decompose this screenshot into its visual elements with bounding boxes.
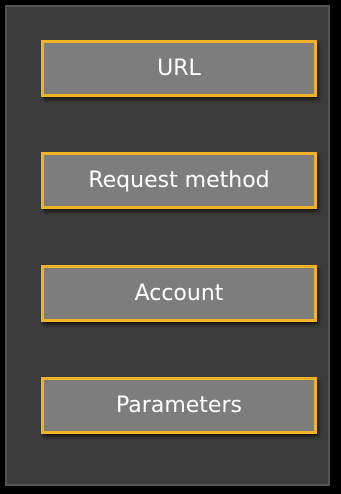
account-block: Account <box>41 265 317 322</box>
url-block: URL <box>41 40 317 97</box>
diagram-panel: URL Request method Account Parameters <box>5 5 330 486</box>
url-label: URL <box>157 55 201 81</box>
parameters-label: Parameters <box>116 392 242 418</box>
request-method-block: Request method <box>41 152 317 209</box>
request-method-label: Request method <box>88 167 270 193</box>
account-label: Account <box>134 280 224 306</box>
parameters-block: Parameters <box>41 377 317 434</box>
